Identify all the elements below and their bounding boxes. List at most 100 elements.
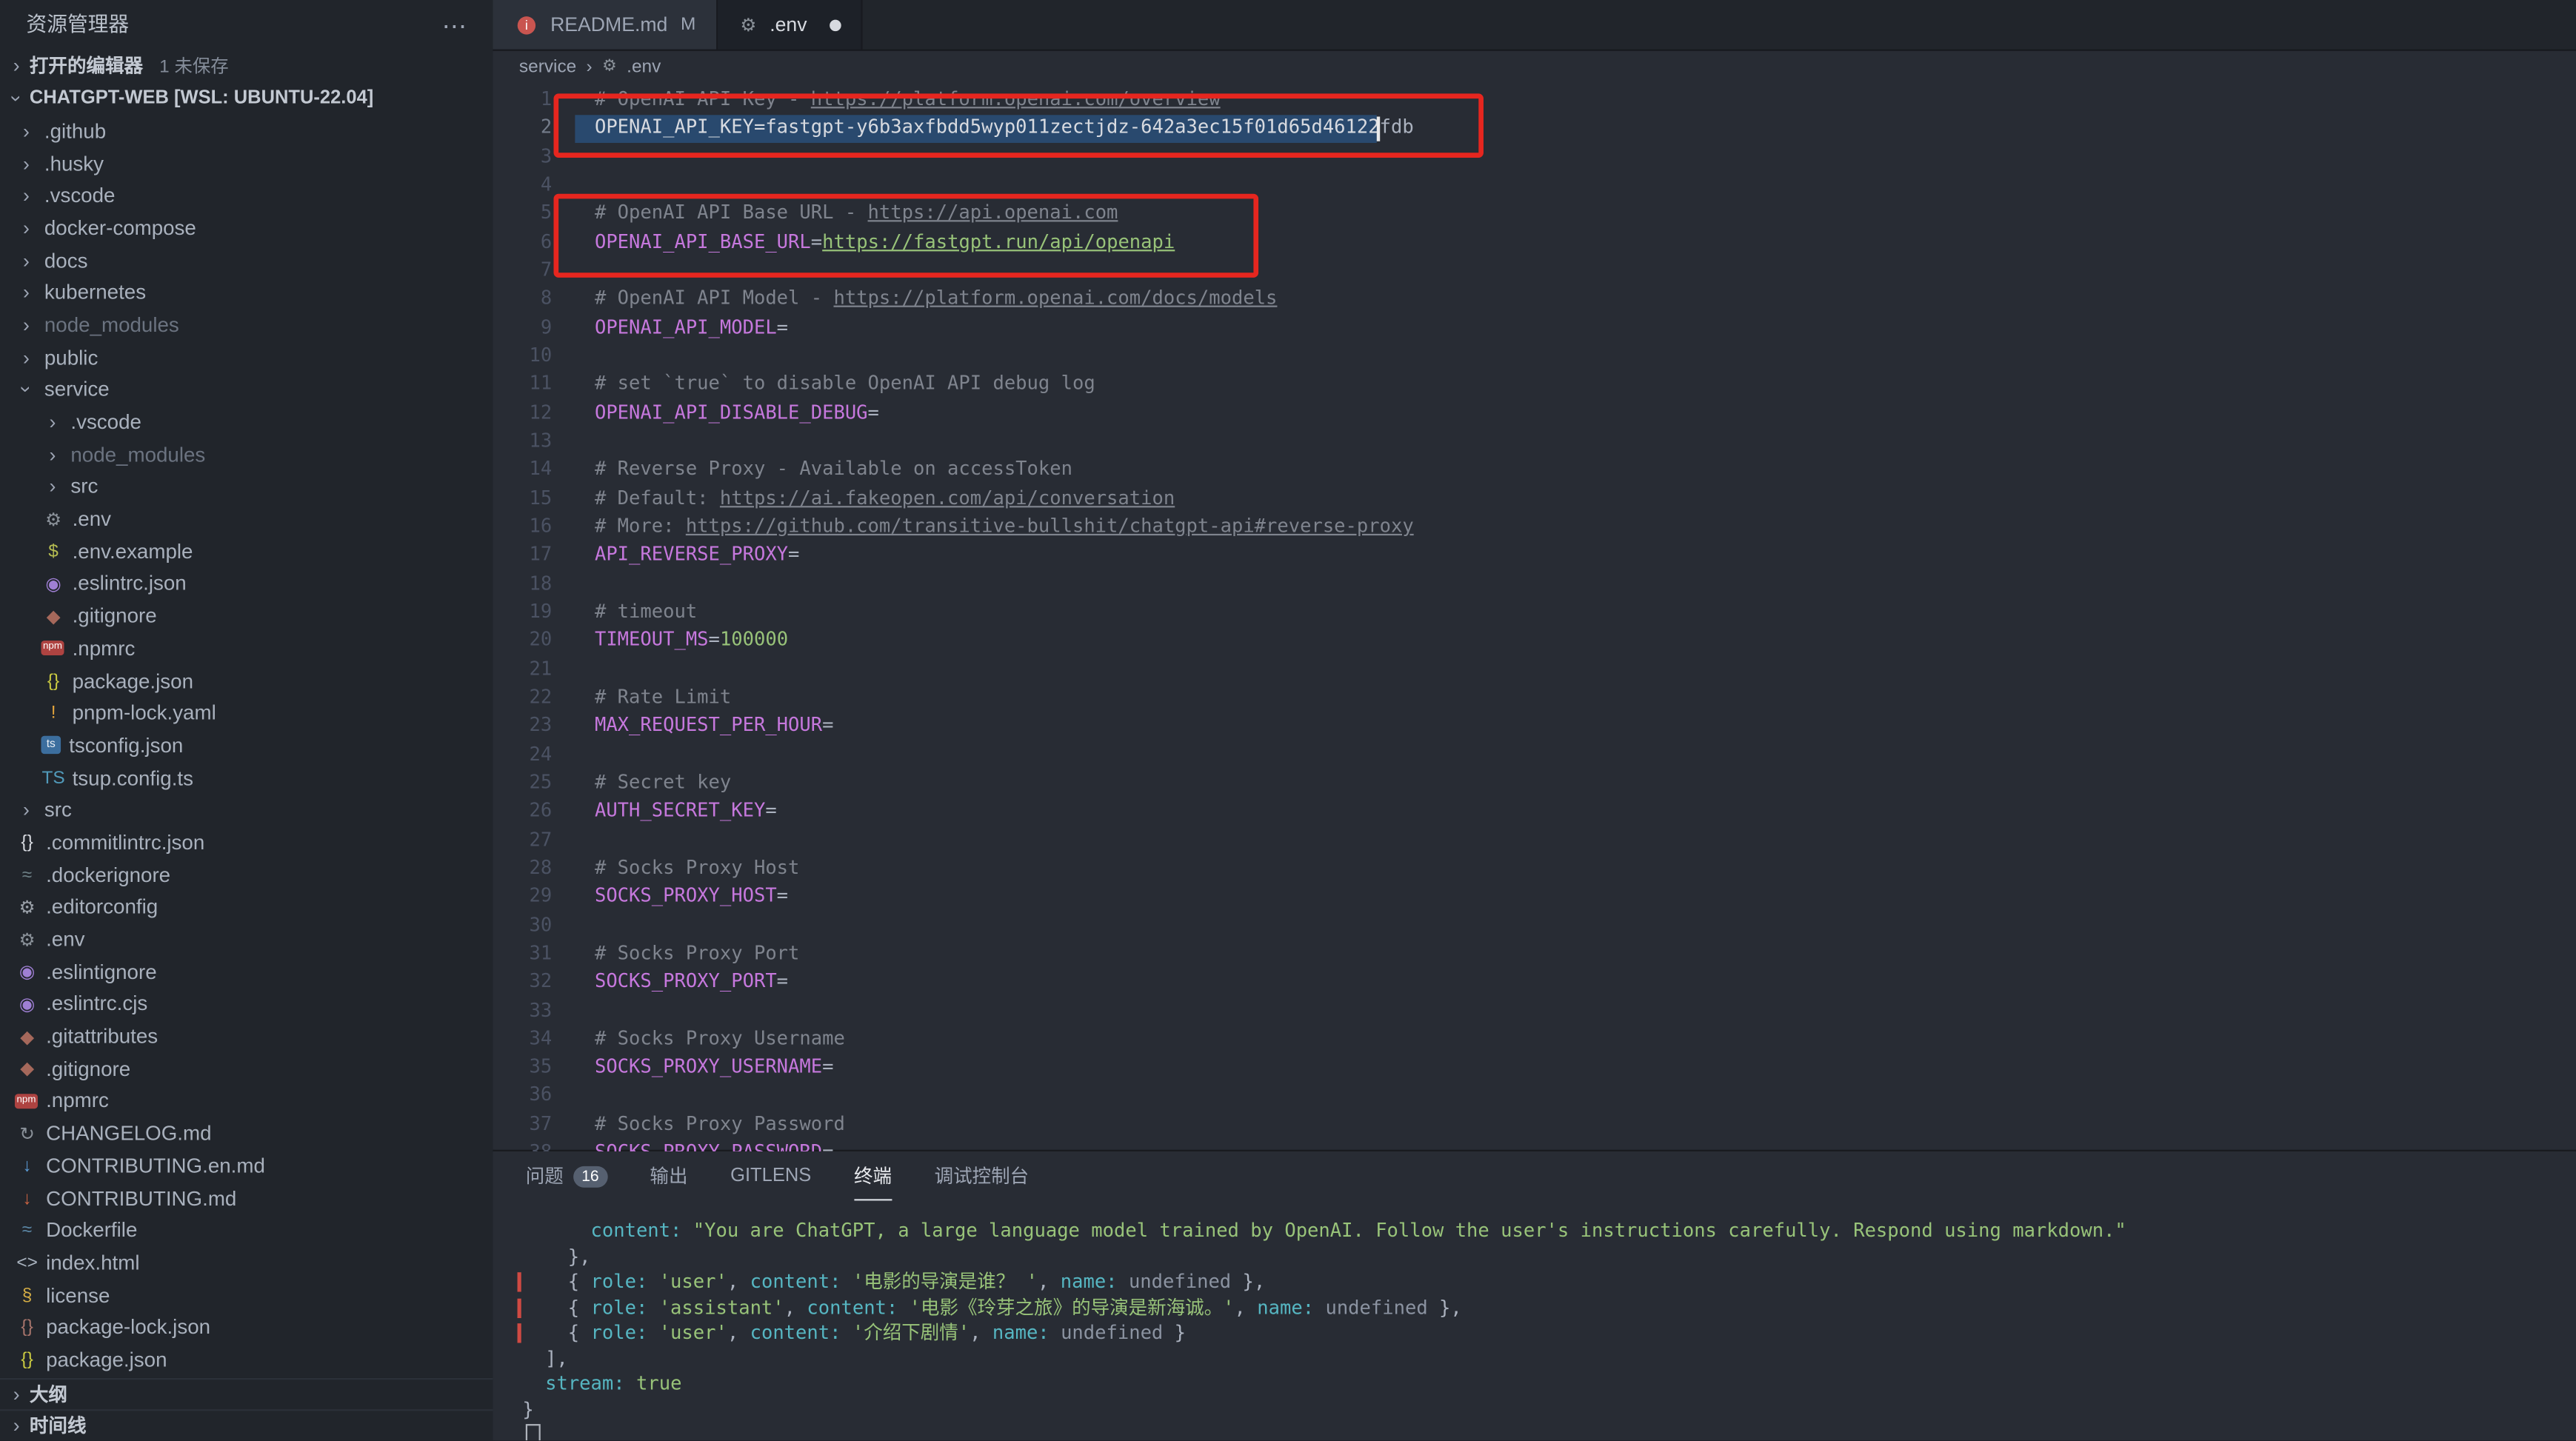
tree-item-.husky[interactable]: ›.husky [0, 147, 493, 180]
tab-README.md[interactable]: iREADME.mdM [493, 0, 717, 50]
code-line-28[interactable]: # Socks Proxy Host [595, 854, 1414, 882]
timeline-section-header[interactable]: › 时间线 [0, 1409, 493, 1440]
code-line-10[interactable] [595, 341, 1414, 370]
tree-item-.gitignore[interactable]: ◆.gitignore [0, 600, 493, 632]
tree-item-.env[interactable]: ⚙.env [0, 503, 493, 535]
code-line-36[interactable] [595, 1082, 1414, 1110]
panel-tab-GITLENS[interactable]: GITLENS [730, 1151, 811, 1201]
code-line-21[interactable] [595, 655, 1414, 683]
code-line-15[interactable]: # Default: https://ai.fakeopen.com/api/c… [595, 484, 1414, 512]
code-line-4[interactable] [595, 171, 1414, 199]
tree-item-tsup.config.ts[interactable]: TStsup.config.ts [0, 762, 493, 795]
code-line-18[interactable] [595, 569, 1414, 598]
code-line-34[interactable]: # Socks Proxy Username [595, 1025, 1414, 1053]
tree-item-package-lock.json[interactable]: {}package-lock.json [0, 1311, 493, 1344]
terminal-output[interactable]: content: "You are ChatGPT, a large langu… [522, 1219, 2576, 1440]
code-line-17[interactable]: API_REVERSE_PROXY= [595, 541, 1414, 569]
tree-item-.eslintrc.cjs[interactable]: ◉.eslintrc.cjs [0, 988, 493, 1020]
tree-item-.env[interactable]: ⚙.env [0, 923, 493, 956]
open-editors-header[interactable]: › 打开的编辑器 1 未保存 [0, 50, 493, 82]
tree-item-pnpm-lock.yaml[interactable]: !pnpm-lock.yaml [0, 697, 493, 729]
code-line-7[interactable] [595, 256, 1414, 284]
tree-item-CONTRIBUTING.en.md[interactable]: ↓CONTRIBUTING.en.md [0, 1150, 493, 1183]
code-line-14[interactable]: # Reverse Proxy - Available on accessTok… [595, 455, 1414, 484]
docker-icon: ≈ [13, 1221, 41, 1241]
code-line-37[interactable]: # Socks Proxy Password [595, 1110, 1414, 1138]
tree-item-src[interactable]: ›src [0, 794, 493, 826]
tree-item-CONTRIBUTING.md[interactable]: ↓CONTRIBUTING.md [0, 1182, 493, 1214]
code-line-26[interactable]: AUTH_SECRET_KEY= [595, 797, 1414, 825]
code-line-8[interactable]: # OpenAI API Model - https://platform.op… [595, 284, 1414, 312]
tree-item-index.html[interactable]: <>index.html [0, 1247, 493, 1280]
tree-item-.editorconfig[interactable]: ⚙.editorconfig [0, 891, 493, 923]
code-line-20[interactable]: TIMEOUT_MS=100000 [595, 626, 1414, 655]
tree-item-package.json[interactable]: {}package.json [0, 665, 493, 698]
tree-item-public[interactable]: ›public [0, 341, 493, 374]
unsaved-dot-icon[interactable] [830, 19, 842, 31]
tree-item-node_modules[interactable]: ›node_modules [0, 438, 493, 471]
code-line-16[interactable]: # More: https://github.com/transitive-bu… [595, 512, 1414, 541]
code-line-35[interactable]: SOCKS_PROXY_USERNAME= [595, 1053, 1414, 1081]
more-actions-icon[interactable]: ⋯ [442, 12, 467, 41]
tree-item-.npmrc[interactable]: npm.npmrc [0, 632, 493, 665]
code-line-38[interactable]: SOCKS_PROXY_PASSWORD= [595, 1138, 1414, 1151]
tree-item-Dockerfile[interactable]: ≈Dockerfile [0, 1214, 493, 1247]
panel-tab-输出[interactable]: 输出 [650, 1151, 687, 1201]
tree-item-docs[interactable]: ›docs [0, 244, 493, 277]
tab-.env[interactable]: ⚙.env [717, 0, 863, 50]
code-line-19[interactable]: # timeout [595, 598, 1414, 626]
tree-item-service[interactable]: ›service [0, 374, 493, 407]
code-line-11[interactable]: # set `true` to disable OpenAI API debug… [595, 370, 1414, 398]
code-line-1[interactable]: # OpenAI API Key - https://platform.open… [595, 85, 1414, 113]
tree-item-.eslintignore[interactable]: ◉.eslintignore [0, 956, 493, 989]
tree-item-tsconfig.json[interactable]: tstsconfig.json [0, 729, 493, 762]
tree-item-.vscode[interactable]: ›.vscode [0, 180, 493, 213]
code-editor[interactable]: 1234567891011121314151617181920212223242… [493, 82, 2576, 1151]
tree-item-license[interactable]: §license [0, 1279, 493, 1311]
code-line-25[interactable]: # Secret key [595, 769, 1414, 797]
code-line-27[interactable] [595, 826, 1414, 854]
code-line-29[interactable]: SOCKS_PROXY_HOST= [595, 883, 1414, 911]
tree-item-package.json[interactable]: {}package.json [0, 1344, 493, 1377]
tree-item-.npmrc[interactable]: npm.npmrc [0, 1085, 493, 1117]
tab-label: .env [770, 13, 807, 36]
breadcrumb-file[interactable]: .env [627, 57, 661, 77]
panel-tab-调试控制台[interactable]: 调试控制台 [935, 1151, 1030, 1201]
tree-item-.eslintrc.json[interactable]: ◉.eslintrc.json [0, 568, 493, 601]
tree-item-.env.example[interactable]: $.env.example [0, 535, 493, 568]
tree-item-.gitattributes[interactable]: ◆.gitattributes [0, 1020, 493, 1053]
tree-item-.gitignore[interactable]: ◆.gitignore [0, 1053, 493, 1086]
workspace-root-header[interactable]: › CHATGPT-WEB [WSL: UBUNTU-22.04] [0, 82, 493, 115]
breadcrumb-folder[interactable]: service [519, 57, 576, 77]
tree-item-node_modules[interactable]: ›node_modules [0, 309, 493, 341]
code-line-2[interactable]: OPENAI_API_KEY=fastgpt-y6b3axfbdd5wyp011… [595, 114, 1414, 142]
code-line-13[interactable] [595, 427, 1414, 455]
token-selt: OPENAI_API_KEY=fastgpt-y6b3axfbdd5wyp011… [595, 116, 1380, 138]
code-line-3[interactable] [595, 142, 1414, 170]
code-line-6[interactable]: OPENAI_API_BASE_URL=https://fastgpt.run/… [595, 228, 1414, 256]
tree-item-kubernetes[interactable]: ›kubernetes [0, 277, 493, 310]
code-line-31[interactable]: # Socks Proxy Port [595, 939, 1414, 967]
tree-item-.commitlintrc.json[interactable]: {}.commitlintrc.json [0, 826, 493, 859]
tree-item-.dockerignore[interactable]: ≈.dockerignore [0, 859, 493, 892]
tree-item-docker-compose[interactable]: ›docker-compose [0, 212, 493, 244]
code-line-9[interactable]: OPENAI_API_MODEL= [595, 313, 1414, 341]
code-line-30[interactable] [595, 911, 1414, 939]
breadcrumb[interactable]: service › ⚙ .env [493, 51, 2576, 82]
tree-item-.vscode[interactable]: ›.vscode [0, 406, 493, 438]
panel-tab-终端[interactable]: 终端 [854, 1151, 892, 1201]
code-content[interactable]: # OpenAI API Key - https://platform.open… [595, 85, 1414, 1151]
tree-item-CHANGELOG.md[interactable]: ↻CHANGELOG.md [0, 1117, 493, 1150]
code-line-33[interactable] [595, 996, 1414, 1024]
token-pln: = [811, 230, 822, 253]
code-line-32[interactable]: SOCKS_PROXY_PORT= [595, 968, 1414, 996]
code-line-23[interactable]: MAX_REQUEST_PER_HOUR= [595, 712, 1414, 740]
tree-item-.github[interactable]: ›.github [0, 115, 493, 147]
panel-tab-问题[interactable]: 问题16 [526, 1151, 607, 1201]
code-line-24[interactable] [595, 740, 1414, 768]
outline-section-header[interactable]: › 大纲 [0, 1378, 493, 1409]
code-line-12[interactable]: OPENAI_API_DISABLE_DEBUG= [595, 398, 1414, 427]
code-line-22[interactable]: # Rate Limit [595, 683, 1414, 711]
code-line-5[interactable]: # OpenAI API Base URL - https://api.open… [595, 199, 1414, 227]
tree-item-src[interactable]: ›src [0, 471, 493, 504]
